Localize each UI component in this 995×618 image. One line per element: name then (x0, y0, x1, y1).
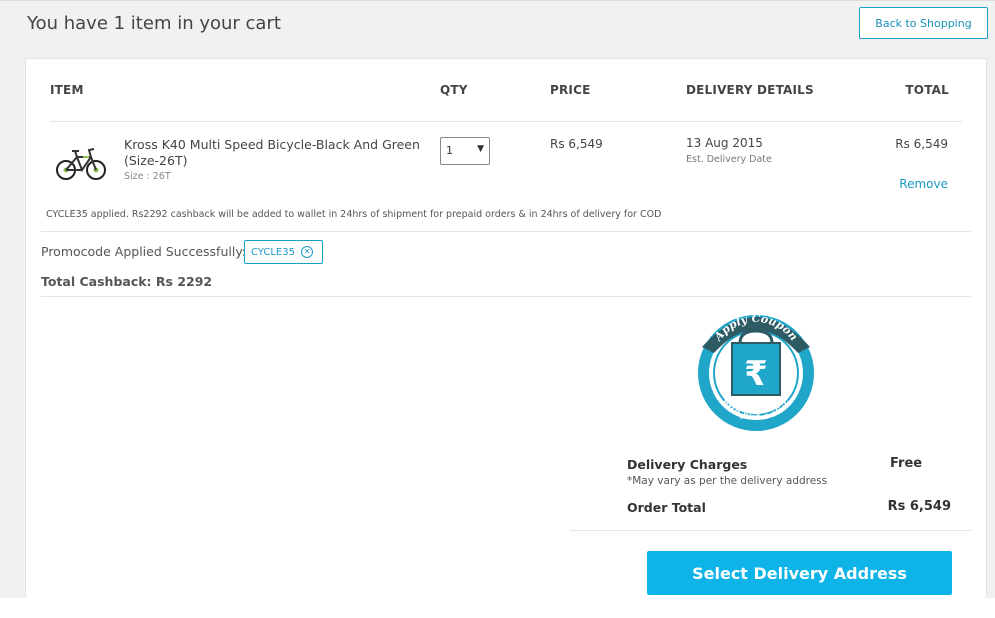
delivery-date-label: Est. Delivery Date (686, 154, 772, 165)
column-header-total: TOTAL (905, 83, 949, 97)
total-cashback: Total Cashback: Rs 2292 (41, 274, 213, 289)
chevron-down-icon: ▼ (477, 144, 484, 154)
quantity-select[interactable]: 1 ▼ (440, 137, 490, 165)
cashback-note: CYCLE35 applied. Rs2292 cashback will be… (46, 209, 662, 220)
remove-item-link[interactable]: Remove (899, 177, 948, 191)
item-total: Rs 6,549 (895, 137, 948, 151)
apply-coupon-badge[interactable]: Apply Coupon with just a click ₹ (692, 297, 820, 437)
column-header-price: PRICE (550, 83, 591, 97)
delivery-charges-label: Delivery Charges (627, 457, 748, 472)
header-divider (50, 121, 962, 122)
summary-divider (570, 530, 972, 531)
column-header-delivery: DELIVERY DETAILS (686, 83, 814, 97)
item-divider (41, 231, 971, 232)
product-name[interactable]: Kross K40 Multi Speed Bicycle-Black And … (124, 137, 424, 169)
select-delivery-address-button[interactable]: Select Delivery Address (647, 551, 952, 595)
order-total-value: Rs 6,549 (887, 499, 951, 514)
bicycle-thumbnail[interactable] (53, 141, 109, 185)
promo-divider (41, 296, 971, 297)
item-price: Rs 6,549 (550, 137, 603, 151)
rupee-icon: ₹ (744, 354, 768, 394)
delivery-charges-note: *May vary as per the delivery address (627, 475, 828, 487)
delivery-date: 13 Aug 2015 (686, 136, 763, 150)
product-size: Size : 26T (124, 171, 171, 182)
delivery-charges-value: Free (890, 456, 923, 471)
promo-success-label: Promocode Applied Successfully: (41, 244, 247, 259)
promo-code: CYCLE35 (251, 246, 295, 258)
order-total-label: Order Total (627, 500, 706, 515)
promo-code-chip: CYCLE35 ✕ (244, 240, 323, 264)
back-to-shopping-button[interactable]: Back to Shopping (859, 7, 988, 39)
remove-promo-icon[interactable]: ✕ (300, 246, 313, 258)
cart-card: ITEM QTY PRICE DELIVERY DETAILS TOTAL Kr… (25, 58, 987, 618)
quantity-value: 1 (446, 144, 453, 157)
column-header-qty: QTY (440, 83, 468, 97)
page-bottom (0, 598, 995, 618)
column-header-item: ITEM (50, 83, 84, 97)
cart-title: You have 1 item in your cart (27, 13, 281, 34)
